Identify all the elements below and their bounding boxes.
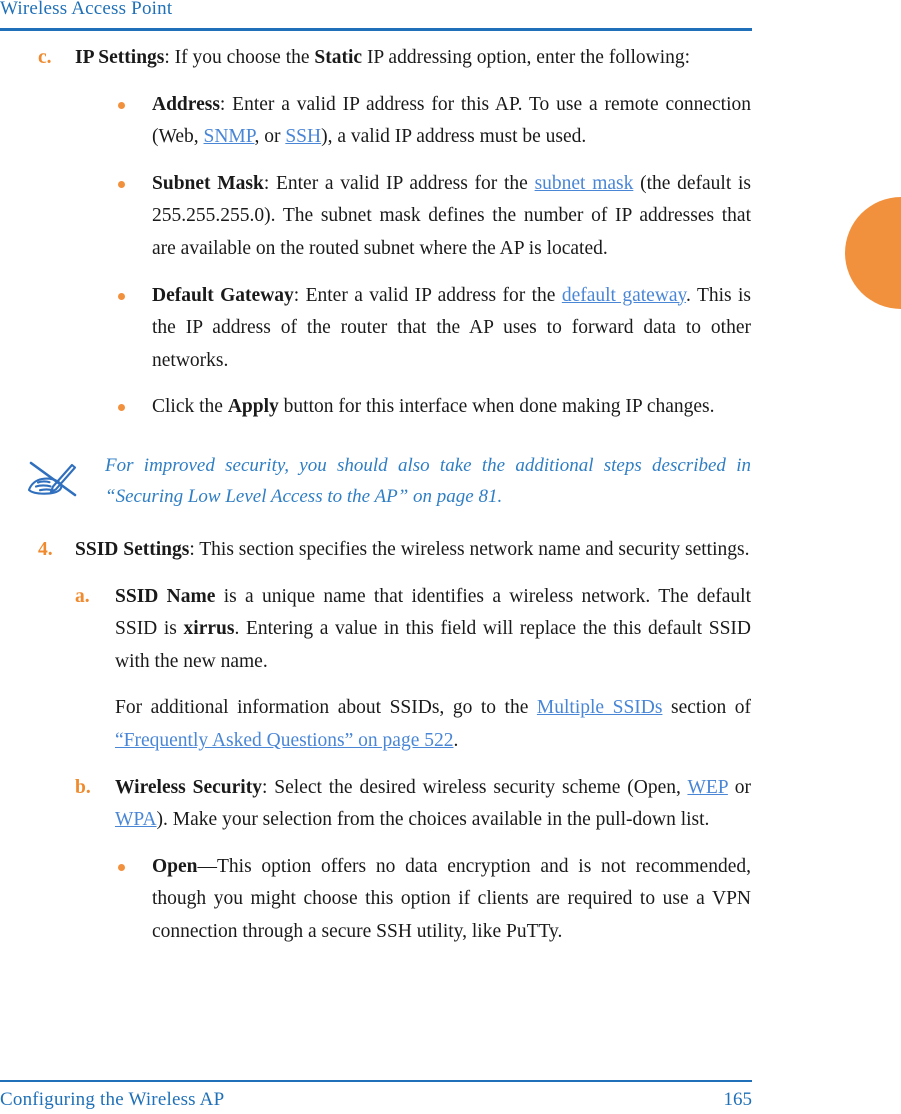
apply-text-2: button for this interface when done maki… — [278, 396, 715, 418]
list-item-4b: b. Wireless Security: Select the desired … — [75, 772, 751, 837]
item-c-text-2: IP addressing option, enter the followin… — [362, 47, 691, 68]
link-multiple-ssids[interactable]: Multiple SSIDs — [537, 697, 663, 718]
list-marker-c: c. — [38, 47, 52, 68]
footer-section-title: Configuring the Wireless AP — [0, 1089, 225, 1110]
term-default-gateway: Default Gateway — [152, 284, 294, 306]
link-frequently-asked-questions[interactable]: “Frequently Asked Questions” on page 522 — [115, 730, 453, 751]
open-text-1: —This option offers no data encryption a… — [152, 855, 751, 942]
bullet-item-subnet-mask: Subnet Mask: Enter a valid IP address fo… — [118, 168, 751, 266]
bullet-dot-icon — [118, 404, 125, 412]
term-ssid-name: SSID Name — [115, 585, 216, 607]
paragraph-multiple-ssids: For additional information about SSIDs, … — [115, 692, 751, 757]
bullet-item-apply: Click the Apply button for this interfac… — [118, 391, 751, 424]
item-4b-text-2: or — [727, 776, 751, 798]
item-4-text-1: : This section specifies the wireless ne… — [189, 538, 750, 560]
item-4b-text-1: : Select the desired wireless security s… — [261, 776, 688, 798]
bullet-dot-icon — [118, 863, 125, 871]
term-apply-button: Apply — [227, 396, 279, 418]
chapter-thumb-tab — [845, 197, 901, 309]
footer-page-number: 165 — [723, 1089, 753, 1110]
link-wep[interactable]: WEP — [687, 777, 727, 798]
page-body: c. IP Settings: If you choose the Static … — [0, 42, 760, 948]
apply-text-1: Click the — [152, 396, 228, 418]
bullet-item-default-gateway: Default Gateway: Enter a valid IP addres… — [118, 280, 751, 378]
subnet-text-1: : Enter a valid IP address for the — [263, 172, 535, 194]
address-text-3: ), a valid IP address must be used. — [321, 126, 587, 148]
note-callout: For improved security, you should also t… — [27, 450, 751, 512]
term-ssid-settings: SSID Settings — [75, 538, 190, 560]
address-text-2: , or — [254, 126, 286, 148]
note-line-2: “Securing Low Level Access to the AP” on… — [105, 485, 503, 507]
document-page: Wireless Access Point c. IP Settings: If … — [0, 0, 901, 1114]
bullet-dot-icon — [118, 292, 125, 300]
link-snmp[interactable]: SNMP — [204, 126, 255, 147]
hand-with-pencil-note-icon — [23, 456, 83, 504]
term-open: Open — [152, 855, 198, 877]
bullet-dot-icon — [118, 180, 125, 188]
term-wireless-security: Wireless Security — [115, 776, 262, 798]
item-4b-text-3: ). Make your selection from the choices … — [156, 809, 710, 831]
running-head: Wireless Access Point — [0, 0, 173, 19]
link-wpa[interactable]: WPA — [115, 809, 157, 830]
item-c-text-1: : If you choose the — [164, 47, 315, 68]
ssids-text-3: . — [453, 729, 459, 751]
link-subnet-mask[interactable]: subnet mask — [535, 173, 634, 194]
term-xirrus: xirrus — [183, 618, 235, 640]
ssids-text-2: section of — [662, 697, 751, 719]
term-ip-settings: IP Settings — [75, 47, 165, 68]
bullet-dot-icon — [118, 101, 125, 109]
header-rule — [0, 28, 752, 31]
term-subnet-mask: Subnet Mask — [152, 172, 264, 194]
bullet-item-address: Address: Enter a valid IP address for th… — [118, 89, 751, 154]
term-static: Static — [314, 47, 363, 68]
footer-rule — [0, 1080, 752, 1082]
link-ssh[interactable]: SSH — [285, 126, 321, 147]
list-item-c: c. IP Settings: If you choose the Static … — [38, 42, 751, 75]
ssids-text-1: For additional information about SSIDs, … — [115, 697, 537, 719]
list-marker-4a: a. — [75, 585, 90, 607]
note-line-1: For improved security, you should also t… — [105, 454, 751, 476]
list-item-4: 4. SSID Settings: This section specifies … — [38, 534, 751, 567]
list-marker-4b: b. — [75, 776, 91, 798]
gateway-text-1: : Enter a valid IP address for the — [293, 284, 562, 306]
list-marker-4: 4. — [38, 538, 53, 560]
list-item-4a: a. SSID Name is a unique name that identi… — [75, 581, 751, 679]
term-address: Address — [152, 93, 220, 115]
bullet-item-open: Open—This option offers no data encrypti… — [118, 851, 751, 949]
link-default-gateway[interactable]: default gateway — [562, 285, 686, 306]
note-text: For improved security, you should also t… — [105, 450, 751, 512]
